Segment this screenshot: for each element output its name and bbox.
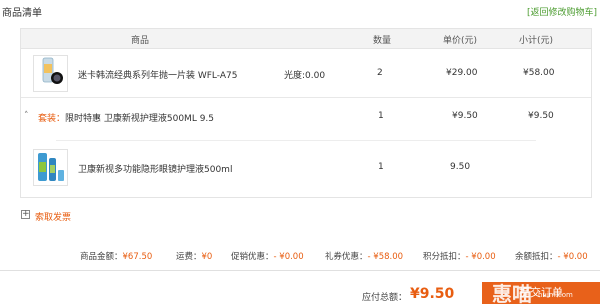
product-name-link[interactable]: 卫康新视多功能隐形眼镜护理液500ml: [78, 162, 232, 175]
balance-deduction: 余额抵扣：- ¥0.00: [515, 252, 588, 262]
collapse-icon[interactable]: ˄: [24, 111, 29, 121]
unit-price: 9.50: [450, 162, 471, 172]
product-spec: 光度:0.00: [284, 71, 326, 81]
package-title: 套装：限时特惠 卫康新视护理液500ML 9.5: [38, 111, 214, 124]
unit-price: ¥29.00: [446, 68, 478, 78]
points-deduction: 积分抵扣：- ¥0.00: [423, 252, 496, 262]
subtotal-value: ¥58.00: [523, 68, 555, 78]
quantity-value: 1: [378, 162, 384, 172]
unit-price: ¥9.50: [452, 111, 478, 121]
back-to-cart-link[interactable]: [返回修改购物车]: [527, 5, 597, 18]
package-tag: 套装：: [38, 114, 66, 124]
product-name-link[interactable]: 迷卡韩流经典系列年抛一片装 WFL-A75: [78, 68, 237, 81]
payable-label: 应付总额：: [362, 293, 408, 303]
add-invoice-icon[interactable]: +: [21, 210, 30, 219]
table-row: ˄ 套装：限时特惠 卫康新视护理液500ML 9.5 1 ¥9.50 ¥9.50: [21, 98, 591, 138]
column-header-unit-price: 单价(元): [443, 36, 478, 46]
product-thumbnail[interactable]: [33, 149, 68, 186]
table-header: 商品 数量 单价(元) 小计(元): [21, 29, 591, 49]
shipping-fee: 运费：¥0: [176, 252, 213, 262]
column-header-subtotal: 小计(元): [519, 36, 554, 46]
order-items-table: 商品 数量 单价(元) 小计(元) 迷卡韩流经典系列年抛一片装 WFL-A75 …: [20, 28, 592, 198]
summary-divider: [0, 270, 600, 271]
subtotal-value: ¥9.50: [528, 111, 554, 121]
table-row: 迷卡韩流经典系列年抛一片装 WFL-A75 光度:0.00 2 ¥29.00 ¥…: [21, 49, 591, 97]
watermark-url: huim.com: [538, 291, 573, 299]
promotion-discount: 促销优惠：- ¥0.00: [231, 252, 304, 262]
quantity-value: 1: [378, 111, 384, 121]
product-thumbnail[interactable]: [33, 55, 68, 92]
page-title: 商品清单: [2, 8, 42, 19]
watermark-logo: 惠喵: [492, 282, 532, 306]
request-invoice-link[interactable]: 索取发票: [35, 210, 71, 223]
coupon-discount: 礼券优惠：- ¥58.00: [325, 252, 404, 262]
package-name: 限时特惠 卫康新视护理液500ML 9.5: [65, 114, 215, 124]
table-row: 卫康新视多功能隐形眼镜护理液500ml 1 9.50: [21, 141, 591, 191]
goods-amount: 商品金额：¥67.50: [80, 252, 153, 262]
column-header-quantity: 数量: [373, 36, 392, 46]
column-header-product: 商品: [131, 36, 150, 46]
payable-amount: ¥9.50: [410, 286, 455, 302]
quantity-value: 2: [377, 68, 383, 78]
